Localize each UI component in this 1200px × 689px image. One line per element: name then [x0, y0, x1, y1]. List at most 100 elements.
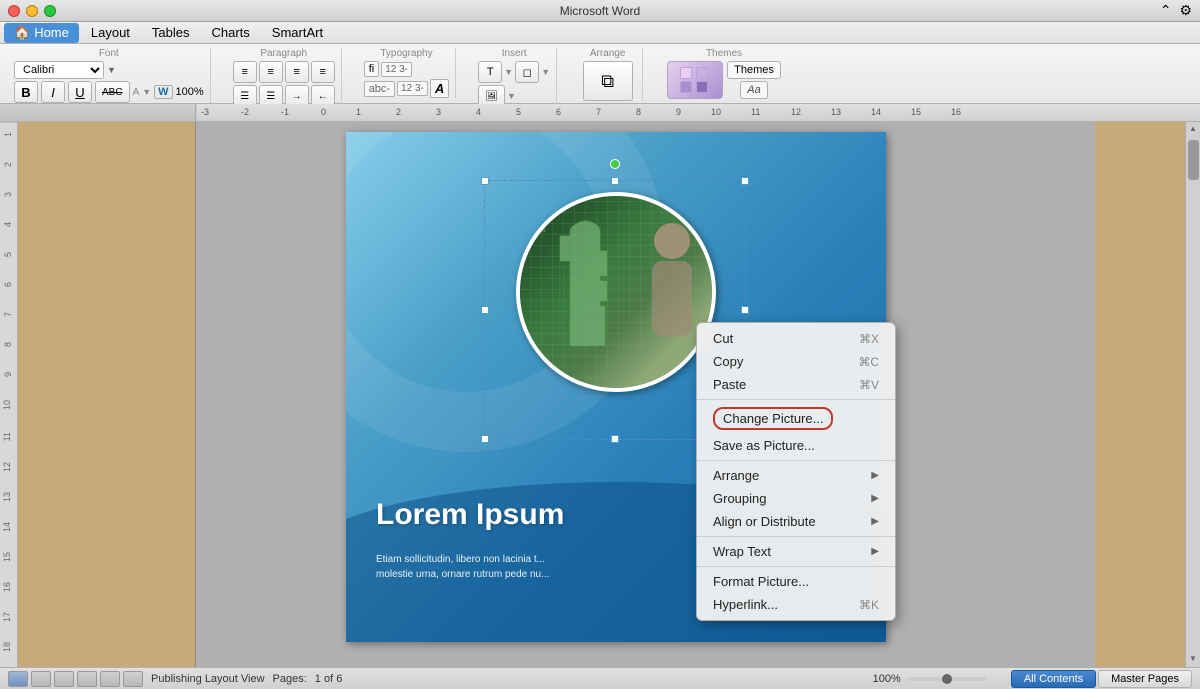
pages-label: Pages:	[273, 673, 307, 685]
ctx-grouping-arrow: ▶	[871, 493, 879, 504]
font-name-select[interactable]: Calibri	[14, 61, 104, 79]
v-ruler-2: 2	[3, 162, 13, 167]
ruler-1: 1	[356, 107, 361, 117]
ruler-8: 8	[636, 107, 641, 117]
view-icon-5[interactable]	[100, 671, 120, 687]
themes-aa-btn[interactable]: Aa	[740, 81, 767, 99]
ruler-12: 12	[791, 107, 801, 117]
view-icon-4[interactable]	[77, 671, 97, 687]
ctx-copy[interactable]: Copy ⌘C	[697, 350, 895, 373]
font-format-row: B I U ABC A ▼ W 100%	[14, 81, 204, 103]
ctx-cut[interactable]: Cut ⌘X	[697, 327, 895, 350]
ctx-align-distribute[interactable]: Align or Distribute ▶	[697, 510, 895, 533]
view-icon-1[interactable]	[8, 671, 28, 687]
view-icon-2[interactable]	[31, 671, 51, 687]
scroll-thumb[interactable]	[1188, 140, 1199, 180]
all-contents-tab[interactable]: All Contents	[1011, 670, 1096, 688]
ctx-change-picture[interactable]: Change Picture...	[697, 403, 895, 434]
menu-item-layout[interactable]: Layout	[81, 23, 140, 42]
ruler-minus3: -3	[201, 107, 209, 117]
ctx-grouping[interactable]: Grouping ▶	[697, 487, 895, 510]
master-pages-tab[interactable]: Master Pages	[1098, 670, 1192, 688]
v-ruler-4: 4	[3, 222, 13, 227]
shape-button[interactable]: ◻	[515, 61, 539, 83]
minimize-button[interactable]	[26, 5, 38, 17]
align-left-button[interactable]: ≡	[233, 61, 257, 83]
v-ruler-7: 7	[3, 312, 13, 317]
resize-icon[interactable]: ⌃	[1160, 2, 1172, 19]
ctx-wrap-text-arrow: ▶	[871, 546, 879, 557]
v-ruler-15: 15	[2, 552, 12, 562]
ruler-9: 9	[676, 107, 681, 117]
ctx-cut-label: Cut	[713, 331, 733, 346]
themes-label-btn[interactable]: Themes	[727, 61, 781, 79]
ruler-15: 15	[911, 107, 921, 117]
ruler-2: 2	[396, 107, 401, 117]
v-ruler-6: 6	[3, 282, 13, 287]
ctx-copy-shortcut: ⌘C	[858, 355, 879, 369]
menu-layout-label: Layout	[91, 25, 130, 40]
toolbar-group-insert: Insert T ▼ ◻ ▼ 🖼 ▼	[472, 48, 557, 107]
settings-icon[interactable]: ⚙	[1179, 2, 1192, 19]
ctx-paste-label: Paste	[713, 377, 746, 392]
zoom-value: 100%	[176, 86, 204, 98]
handle-ml	[481, 306, 489, 314]
view-icon-3[interactable]	[54, 671, 74, 687]
themes-palette-button[interactable]	[667, 61, 723, 99]
maximize-button[interactable]	[44, 5, 56, 17]
ctx-format-picture[interactable]: Format Picture...	[697, 570, 895, 593]
justify-button[interactable]: ≡	[311, 61, 335, 83]
toolbar-group-themes: Themes Themes Aa	[659, 48, 789, 99]
bold-button[interactable]: B	[14, 81, 38, 103]
themes-grid	[680, 67, 710, 93]
v-ruler-12: 12	[2, 462, 12, 472]
ctx-cut-shortcut: ⌘X	[859, 332, 879, 346]
menu-item-smartart[interactable]: SmartArt	[262, 23, 333, 42]
align-right-button[interactable]: ≡	[285, 61, 309, 83]
align-center-button[interactable]: ≡	[259, 61, 283, 83]
menu-item-home[interactable]: 🏠 Home	[4, 23, 79, 43]
ctx-align-distribute-label: Align or Distribute	[713, 514, 816, 529]
ctx-arrange[interactable]: Arrange ▶	[697, 464, 895, 487]
menu-item-tables[interactable]: Tables	[142, 23, 200, 42]
arrange-group-label: Arrange	[590, 48, 626, 59]
shape-dropdown[interactable]: ▼	[541, 67, 550, 77]
strikethrough-button[interactable]: ABC	[95, 81, 130, 103]
underline-button[interactable]: U	[68, 81, 92, 103]
arrange-button[interactable]: ⧉	[583, 61, 633, 101]
main-area: 1 2 3 4 5 6 7 8 9 10 11 12 13 14 15 16 1…	[0, 122, 1200, 667]
view-icon-6[interactable]	[123, 671, 143, 687]
text-box-button[interactable]: T	[478, 61, 502, 83]
document-area: 01101100100101111001	[196, 122, 1200, 667]
ctx-separator-3	[697, 536, 895, 537]
ruler-13: 13	[831, 107, 841, 117]
insert-controls: T ▼ ◻ ▼ 🖼 ▼	[478, 61, 550, 107]
ctx-copy-label: Copy	[713, 354, 743, 369]
pages-value: 1 of 6	[315, 673, 343, 685]
media-dropdown[interactable]: ▼	[507, 91, 516, 101]
font-group-label: Font	[99, 48, 119, 59]
zoom-slider-thumb[interactable]	[942, 674, 952, 684]
right-sidebar	[1095, 122, 1185, 667]
ctx-hyperlink[interactable]: Hyperlink... ⌘K	[697, 593, 895, 616]
ctx-save-as-picture[interactable]: Save as Picture...	[697, 434, 895, 457]
scroll-up-arrow[interactable]: ▲	[1189, 124, 1197, 133]
italic-button[interactable]: I	[41, 81, 65, 103]
left-panel: 1 2 3 4 5 6 7 8 9 10 11 12 13 14 15 16 1…	[0, 122, 196, 667]
font-color-dropdown[interactable]: ▼	[142, 87, 151, 97]
word-icon[interactable]: W	[154, 85, 172, 99]
rotation-handle[interactable]	[610, 159, 620, 169]
scroll-down-arrow[interactable]: ▼	[1189, 654, 1197, 663]
menu-item-charts[interactable]: Charts	[202, 23, 260, 42]
font-name-row: Calibri ▼	[14, 61, 204, 79]
title-bar: Microsoft Word ⌃ ⚙	[0, 0, 1200, 22]
scrollbar-vertical[interactable]: ▲ ▼	[1185, 122, 1200, 667]
ruler: -3 -2 -1 0 1 2 3 4 5 6 7 8 9 10 11 12 13…	[0, 104, 1200, 122]
text-box-dropdown[interactable]: ▼	[504, 67, 513, 77]
ctx-wrap-text[interactable]: Wrap Text ▶	[697, 540, 895, 563]
zoom-slider-track[interactable]	[907, 677, 987, 681]
close-button[interactable]	[8, 5, 20, 17]
ctx-paste[interactable]: Paste ⌘V	[697, 373, 895, 396]
menu-smartart-label: SmartArt	[272, 25, 323, 40]
v-ruler-11: 11	[2, 432, 12, 441]
